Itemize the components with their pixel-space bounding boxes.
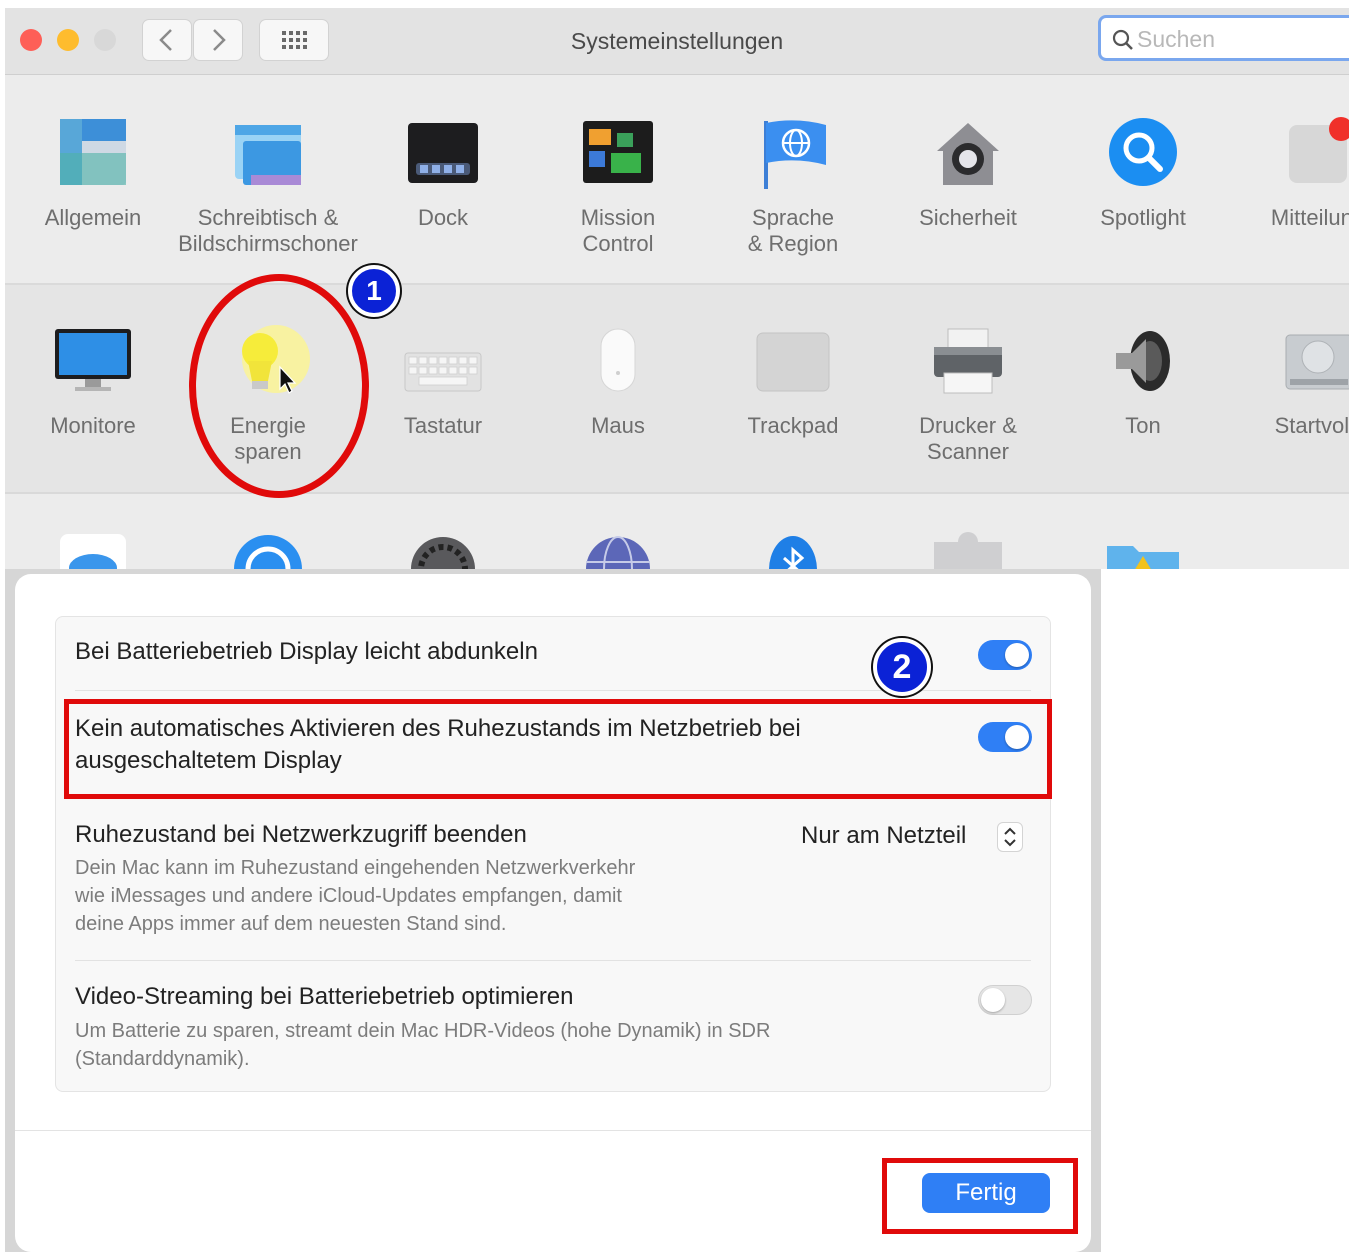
- pane-sicherheit[interactable]: Sicherheit: [881, 115, 1055, 275]
- monitor-icon: [55, 329, 131, 391]
- pane-softwareupdate[interactable]: [356, 532, 530, 569]
- pane-trackpad[interactable]: Trackpad: [706, 323, 880, 483]
- pane-dock[interactable]: Dock: [356, 115, 530, 275]
- icloud-icon: [60, 534, 126, 569]
- keyboard-icon: [404, 352, 482, 392]
- pane-label: Trackpad: [747, 413, 839, 438]
- pane-icloud[interactable]: [6, 532, 180, 569]
- pane-mission-control[interactable]: Mission Control: [531, 115, 705, 275]
- pane-sprache-region[interactable]: Sprache & Region: [706, 115, 880, 275]
- spotlight-icon: [1109, 118, 1177, 186]
- globe-icon: [586, 536, 650, 569]
- pane-bluetooth[interactable]: [706, 532, 880, 569]
- pane-maus[interactable]: Maus: [531, 323, 705, 483]
- dock-icon: [408, 123, 478, 183]
- mouse-icon: [600, 328, 636, 392]
- mission-control-icon: [583, 121, 653, 183]
- pane-ton[interactable]: Ton: [1056, 323, 1230, 483]
- pane-label: Mitteilung: [1270, 205, 1349, 230]
- option-dim-display-label: Bei Batteriebetrieb Display leicht abdun…: [75, 638, 538, 665]
- pane-label: Ton: [1125, 413, 1161, 438]
- printer-icon: [934, 328, 1002, 394]
- at-sign-icon: [234, 535, 302, 569]
- pane-label: Spotlight: [1100, 205, 1186, 230]
- toggle-knob: [981, 988, 1005, 1012]
- sharing-folder-icon: [1107, 546, 1179, 569]
- pane-drucker-scanner[interactable]: Drucker & Scanner: [881, 323, 1055, 483]
- select-value: Nur am Netzteil: [801, 822, 967, 849]
- title-bar: Systemeinstellungen: [5, 8, 1349, 75]
- pane-internet-accounts[interactable]: [181, 532, 355, 569]
- wake-network-select[interactable]: Nur am Netzteil: [801, 818, 1023, 854]
- bluetooth-icon: [769, 536, 817, 569]
- option-wake-network-label: Ruhezustand bei Netzwerkzugriff beenden: [75, 821, 527, 848]
- pane-label: Mission Control: [580, 205, 656, 256]
- annotation-circle-energie-sparen: [189, 274, 369, 498]
- annotation-box-done-button: [882, 1158, 1078, 1234]
- energy-options-sheet: Bei Batteriebetrieb Display leicht abdun…: [15, 574, 1091, 1252]
- pane-label: Allgemein: [44, 205, 142, 230]
- gear-icon: [411, 537, 475, 569]
- pane-startvolume[interactable]: Startvolu: [1231, 323, 1349, 483]
- trackpad-icon: [756, 332, 830, 392]
- pane-label: Schreibtisch & Bildschirmschoner: [178, 205, 358, 256]
- option-wake-network-description: Dein Mac kann im Ruhezustand eingehenden…: [75, 857, 636, 935]
- pane-label: Startvolu: [1274, 413, 1349, 438]
- search-input[interactable]: [1137, 25, 1337, 53]
- language-region-icon: [764, 120, 826, 189]
- speaker-icon: [1116, 331, 1170, 391]
- option-video-streaming-description: Um Batterie zu sparen, streamt dein Mac …: [75, 1020, 771, 1070]
- pane-label: Sprache & Region: [747, 205, 839, 256]
- dim-display-toggle[interactable]: [978, 640, 1032, 670]
- pane-label: Tastatur: [403, 413, 483, 438]
- pane-erweiterungen[interactable]: [881, 532, 1055, 569]
- desktop-screensaver-icon: [235, 125, 301, 185]
- annotation-step-1-badge: 1: [348, 265, 400, 317]
- puzzle-icon: [934, 532, 1002, 569]
- pane-mitteilungen[interactable]: Mitteilung: [1231, 115, 1349, 275]
- hard-drive-icon: [1285, 334, 1349, 390]
- security-house-icon: [937, 123, 999, 185]
- pane-allgemein[interactable]: Allgemein: [6, 115, 180, 275]
- option-video-streaming-label: Video-Streaming bei Batteriebetrieb opti…: [75, 983, 574, 1010]
- pane-netzwerk[interactable]: [531, 532, 705, 569]
- pane-tastatur[interactable]: Tastatur: [356, 323, 530, 483]
- general-icon: [60, 119, 126, 185]
- system-preferences-window: Systemeinstellungen Allgemein Schreibt: [5, 8, 1349, 569]
- chevron-up-down-icon: [1004, 827, 1016, 847]
- preferences-row-1: Allgemein Schreibtisch & Bildschirmschon…: [5, 75, 1349, 285]
- pane-label: Monitore: [50, 413, 136, 438]
- pane-spotlight[interactable]: Spotlight: [1056, 115, 1230, 275]
- pane-monitore[interactable]: Monitore: [6, 323, 180, 483]
- pane-label: Maus: [591, 413, 645, 438]
- footer-separator: [15, 1130, 1091, 1131]
- select-stepper: [997, 822, 1023, 852]
- pane-freigaben[interactable]: [1056, 532, 1230, 569]
- search-field[interactable]: [1098, 15, 1349, 61]
- pane-label: Sicherheit: [919, 205, 1017, 230]
- separator: [75, 960, 1031, 961]
- search-icon: [1112, 29, 1133, 50]
- video-streaming-toggle[interactable]: [978, 985, 1032, 1015]
- toggle-knob: [1005, 643, 1029, 667]
- pane-label: Drucker & Scanner: [919, 413, 1017, 464]
- annotation-box-prevent-sleep: [64, 699, 1052, 799]
- pane-label: Dock: [417, 205, 469, 230]
- energy-sheet-backdrop: Bei Batteriebetrieb Display leicht abdun…: [5, 569, 1101, 1252]
- annotation-step-2-badge: 2: [873, 638, 931, 696]
- pane-schreibtisch[interactable]: Schreibtisch & Bildschirmschoner: [178, 115, 358, 275]
- preferences-row-3: [5, 494, 1349, 569]
- notifications-icon: [1289, 117, 1349, 183]
